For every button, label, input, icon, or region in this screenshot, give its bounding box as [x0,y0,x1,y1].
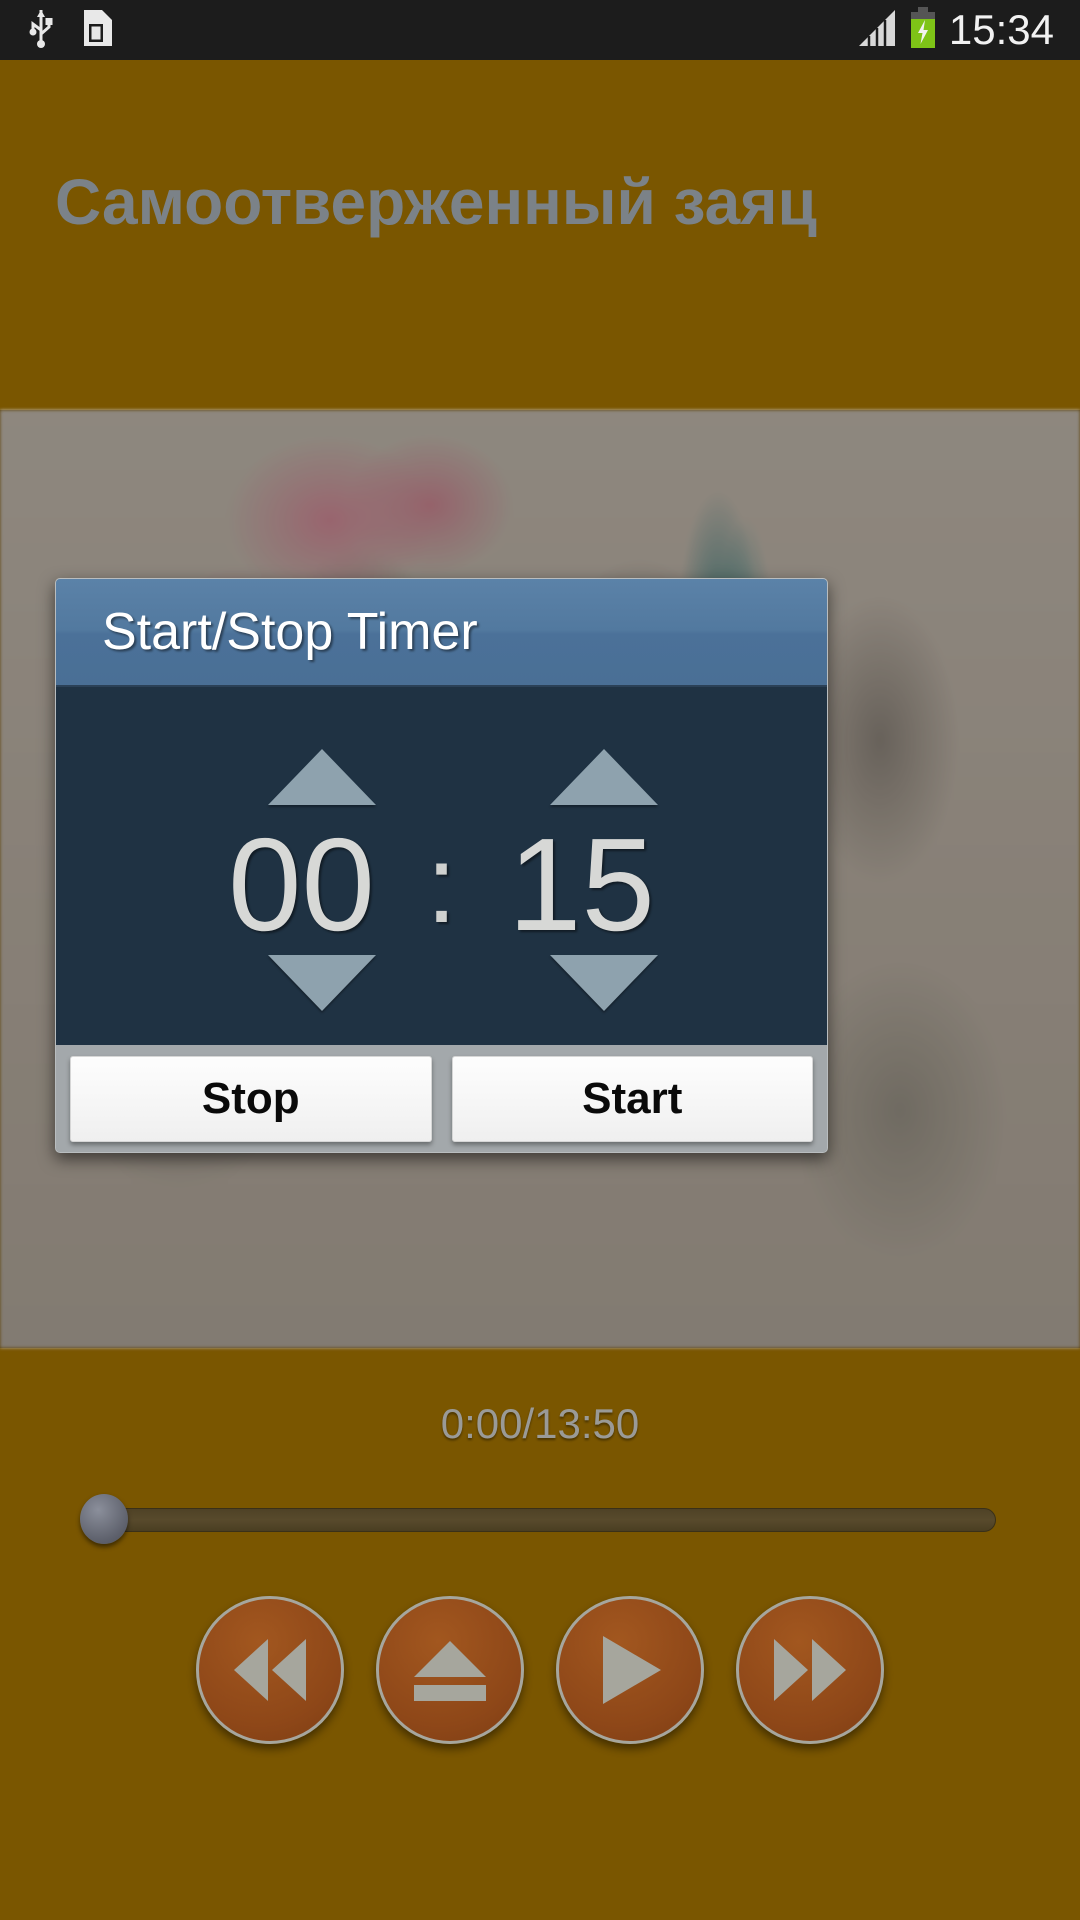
rewind-icon [228,1635,312,1705]
app-header: Самоотверженный заяц [0,60,1080,410]
player-controls [0,1580,1080,1760]
signal-bars-icon [857,8,897,53]
status-bar-clock: 15:34 [948,6,1054,53]
usb-icon [28,8,54,53]
fast-forward-button[interactable] [736,1596,884,1744]
eject-button[interactable] [376,1596,524,1744]
stop-button[interactable]: Stop [70,1055,432,1142]
timer-value-row: 00 : 15 [56,815,827,955]
status-bar-left-icons [0,6,120,55]
playback-time-display: 0:00/13:50 [440,1400,640,1447]
play-button[interactable] [556,1596,704,1744]
status-bar-right-icons: 15:34 [857,0,1080,60]
sim-card-alert-icon [76,6,120,55]
hours-increment-arrow-icon[interactable] [268,749,376,805]
seek-bar-track[interactable] [104,1508,996,1532]
hours-value[interactable]: 00 [202,815,402,955]
seek-bar[interactable] [80,1494,1000,1546]
rewind-button[interactable] [196,1596,344,1744]
minutes-decrement-arrow-icon[interactable] [550,955,658,1011]
dialog-title: Start/Stop Timer [102,603,478,661]
screen: 15:34 Самоотверженный заяц Start/Stop Ti… [0,0,1080,1920]
start-button[interactable]: Start [451,1055,813,1142]
dialog-header: Start/Stop Timer [56,579,827,687]
page-title: Самоотверженный заяц [55,166,817,238]
start-stop-timer-dialog: Start/Stop Timer 00 : 15 Stop Start [55,578,828,1153]
time-separator: : [426,823,457,946]
dialog-footer: Stop Start [56,1045,827,1152]
status-bar: 15:34 [0,0,1080,60]
eject-icon [410,1635,490,1705]
battery-charging-icon [909,6,937,55]
seek-bar-thumb[interactable] [80,1494,128,1544]
fast-forward-icon [768,1635,852,1705]
hours-decrement-arrow-icon[interactable] [268,955,376,1011]
dialog-body: 00 : 15 [56,687,827,1045]
play-icon [593,1632,667,1708]
minutes-value[interactable]: 15 [482,815,682,955]
minutes-increment-arrow-icon[interactable] [550,749,658,805]
